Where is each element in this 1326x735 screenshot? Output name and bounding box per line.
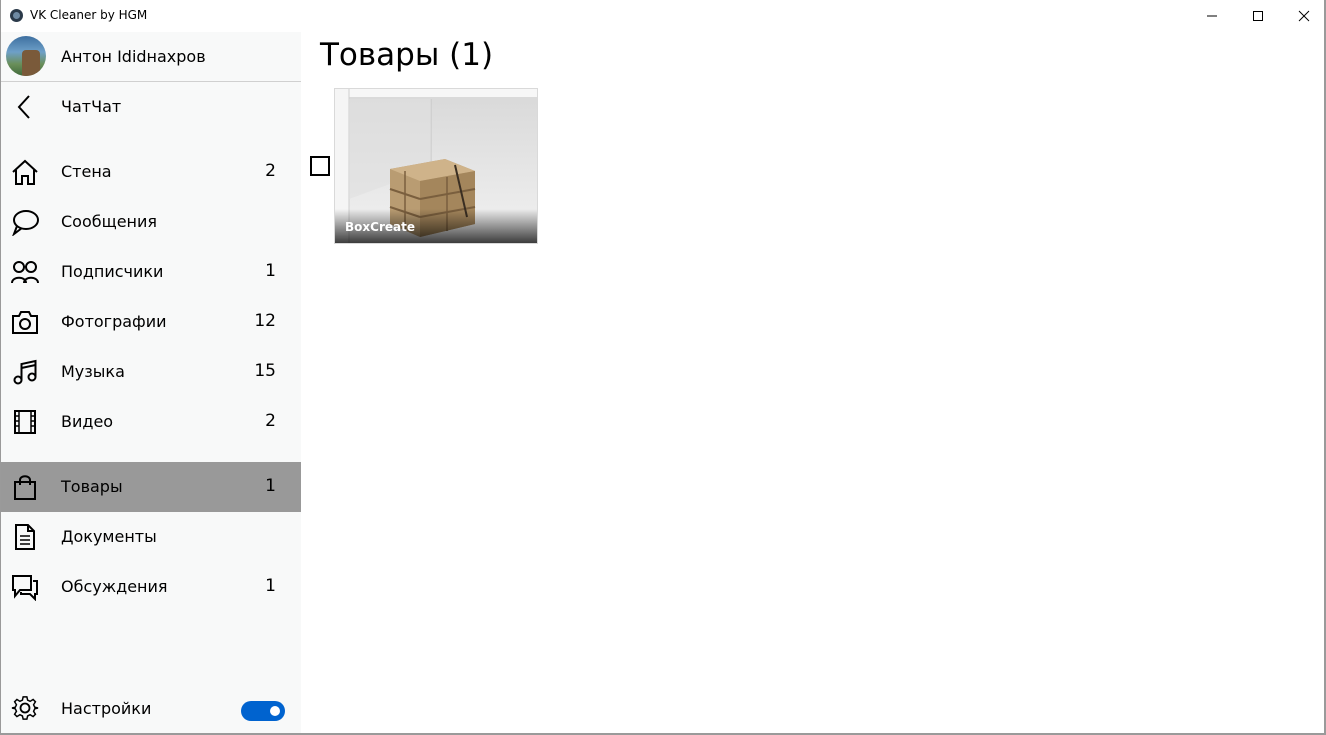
sidebar-item-discussions[interactable]: Обсуждения 1	[1, 562, 301, 612]
film-icon	[14, 410, 36, 434]
settings-toggle[interactable]	[241, 701, 285, 721]
discussion-icon	[12, 575, 38, 601]
product-card[interactable]: BoxCreate	[334, 88, 538, 244]
sidebar-item-goods[interactable]: Товары 1	[1, 462, 301, 512]
sidebar-item-count: 2	[265, 161, 276, 181]
sidebar-item-label: Музыка	[61, 362, 125, 381]
sidebar-item-label: Сообщения	[61, 212, 158, 231]
page-title: Товары (1)	[320, 37, 494, 73]
camera-icon	[12, 311, 38, 334]
profile-header[interactable]: Антон Ididнахров	[1, 32, 301, 82]
sidebar-item-label: Фотографии	[61, 312, 167, 331]
music-note-icon	[13, 359, 37, 385]
sidebar: Антон Ididнахров ЧатЧат Стена 2 Сообщени…	[1, 32, 301, 734]
sidebar-item-label: Стена	[61, 162, 112, 181]
sidebar-item-settings[interactable]: Настройки	[1, 684, 301, 734]
maximize-icon	[1253, 11, 1263, 21]
sidebar-item-label: Товары	[61, 477, 123, 496]
sidebar-item-video[interactable]: Видео 2	[1, 397, 301, 447]
back-arrow-icon	[17, 95, 30, 119]
title-bar: VK Cleaner by HGM	[0, 0, 1326, 32]
document-icon	[15, 524, 35, 550]
window-title: VK Cleaner by HGM	[30, 8, 148, 22]
sidebar-item-followers[interactable]: Подписчики 1	[1, 247, 301, 297]
close-icon	[1298, 10, 1310, 22]
back-label: ЧатЧат	[61, 97, 122, 116]
sidebar-item-count: 1	[265, 576, 276, 596]
product-name: BoxCreate	[345, 220, 415, 234]
shopping-bag-icon	[14, 475, 36, 500]
sidebar-item-label: Настройки	[61, 699, 152, 718]
minimize-button[interactable]	[1188, 0, 1234, 32]
sidebar-item-docs[interactable]: Документы	[1, 512, 301, 562]
sidebar-item-wall[interactable]: Стена 2	[1, 147, 301, 197]
window-border	[0, 0, 1, 735]
sidebar-item-count: 2	[265, 411, 276, 431]
sidebar-item-messages[interactable]: Сообщения	[1, 197, 301, 247]
home-icon	[12, 159, 38, 185]
main-content: Товары (1) BoxCreate	[301, 32, 1324, 734]
sidebar-item-music[interactable]: Музыка 15	[1, 347, 301, 397]
sidebar-item-count: 1	[265, 476, 276, 496]
sidebar-item-label: Видео	[61, 412, 114, 431]
people-icon	[11, 261, 39, 284]
profile-name: Антон Ididнахров	[61, 47, 206, 66]
minimize-icon	[1207, 15, 1217, 17]
sidebar-item-label: Подписчики	[61, 262, 164, 281]
product-select-checkbox[interactable]	[310, 156, 330, 176]
app-logo-icon	[10, 9, 23, 22]
sidebar-item-label: Документы	[61, 527, 157, 546]
sidebar-item-count: 12	[254, 311, 276, 331]
maximize-button[interactable]	[1234, 0, 1280, 32]
close-button[interactable]	[1280, 0, 1326, 32]
gear-icon	[11, 696, 39, 720]
back-button[interactable]: ЧатЧат	[1, 82, 301, 132]
sidebar-item-label: Обсуждения	[61, 577, 168, 596]
sidebar-item-photos[interactable]: Фотографии 12	[1, 297, 301, 347]
chat-bubble-icon	[12, 210, 39, 236]
avatar	[6, 36, 46, 76]
sidebar-item-count: 1	[265, 261, 276, 281]
sidebar-item-count: 15	[254, 361, 276, 381]
